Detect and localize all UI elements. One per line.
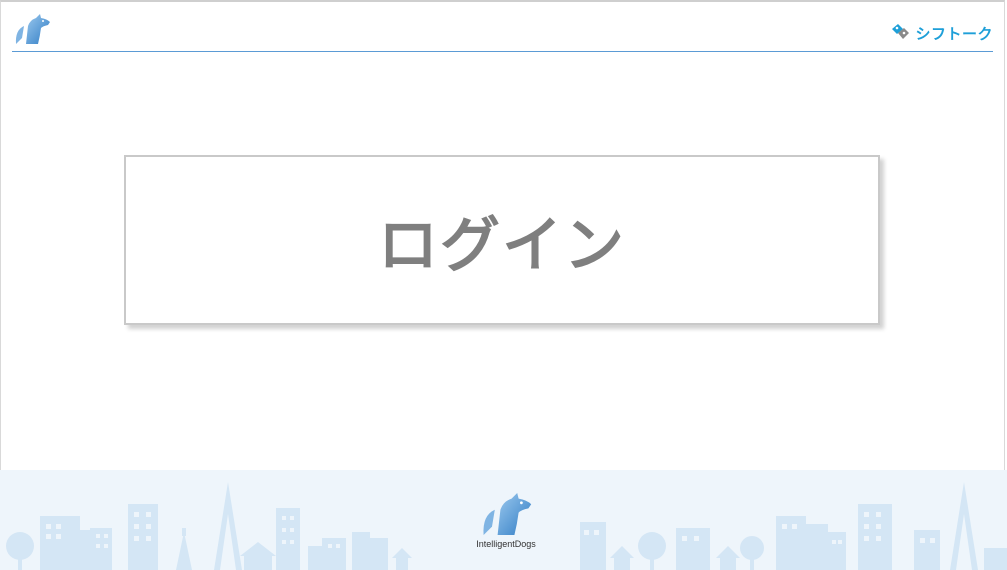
wolf-logo-icon <box>12 12 52 46</box>
wolf-logo-icon <box>474 490 538 538</box>
brand-name: シフトーク <box>915 24 993 43</box>
login-button-label: ログイン <box>378 210 626 281</box>
footer: IntelligentDogs <box>0 470 1007 570</box>
header-divider <box>12 51 993 52</box>
login-button[interactable]: ログイン <box>124 155 880 325</box>
tag-chat-icon <box>889 22 911 44</box>
company-name: IntelligentDogs <box>476 539 536 549</box>
brand: シフトーク <box>889 20 993 46</box>
footer-logo: IntelligentDogs <box>474 490 538 550</box>
header: シフトーク <box>0 0 1007 52</box>
